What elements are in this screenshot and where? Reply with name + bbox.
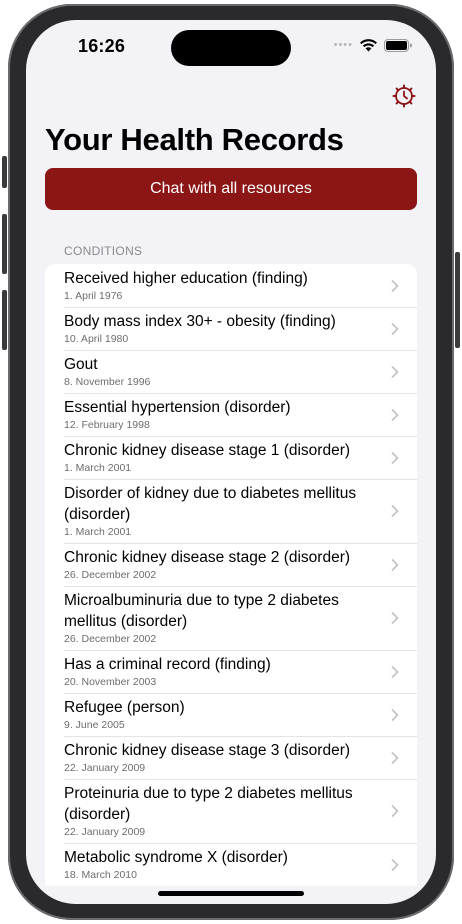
condition-title: Refugee (person)	[64, 699, 185, 716]
settings-icon[interactable]	[392, 84, 416, 108]
condition-date: 20. November 2003	[64, 676, 157, 688]
condition-title: Chronic kidney disease stage 3 (disorder…	[64, 742, 351, 759]
mute-switch	[2, 156, 7, 188]
condition-date: 1. April 1976	[64, 290, 123, 302]
list-item[interactable]: Chronic kidney disease stage 1 (disorder…	[45, 436, 417, 479]
chevron-right-icon	[391, 505, 399, 517]
condition-title: Received higher education (finding)	[64, 270, 308, 287]
home-indicator[interactable]	[158, 891, 304, 896]
list-item[interactable]: Chronic kidney disease stage 3 (disorder…	[45, 736, 417, 779]
condition-title: Proteinuria due to type 2 diabetes melli…	[64, 785, 353, 823]
list-item[interactable]: Body mass index 30+ - obesity (finding) 1…	[45, 307, 417, 350]
wifi-icon	[360, 39, 377, 52]
list-item[interactable]: Gout 8. November 1996	[45, 350, 417, 393]
conditions-list: Received higher education (finding) 1. Ap…	[45, 264, 417, 886]
status-time: 16:26	[78, 36, 126, 56]
status-indicators: ••••	[334, 38, 412, 52]
signal-dots-icon: ••••	[333, 39, 353, 51]
list-item[interactable]: Received higher education (finding) 1. Ap…	[45, 264, 417, 307]
chevron-right-icon	[391, 451, 399, 464]
condition-title: Chronic kidney disease stage 2 (disorder…	[64, 549, 351, 566]
list-item[interactable]: Chronic kidney disease stage 2 (disorder…	[45, 543, 417, 586]
list-item[interactable]: Has a criminal record (finding) 20. Novem…	[45, 650, 417, 693]
condition-date: 12. February 1998	[64, 419, 150, 431]
condition-date: 1. March 2001	[64, 526, 132, 538]
list-item[interactable]: Essential hypertension (disorder) 12. Feb…	[45, 393, 417, 436]
dynamic-island	[171, 30, 291, 66]
power-button	[455, 252, 460, 348]
condition-date: 26. December 2002	[64, 633, 157, 645]
chevron-right-icon	[391, 708, 399, 721]
condition-title: Microalbuminuria due to type 2 diabetes …	[64, 592, 339, 630]
list-item[interactable]: Microalbuminuria due to type 2 diabetes …	[45, 586, 417, 650]
list-item[interactable]: Proteinuria due to type 2 diabetes melli…	[45, 779, 417, 843]
chevron-right-icon	[391, 858, 399, 871]
list-item[interactable]: Refugee (person) 9. June 2005	[45, 693, 417, 736]
chevron-right-icon	[391, 558, 399, 571]
chevron-right-icon	[391, 751, 399, 764]
condition-date: 22. January 2009	[64, 762, 146, 774]
condition-title: Gout	[64, 356, 98, 373]
chevron-right-icon	[391, 322, 399, 335]
battery-icon	[384, 38, 412, 52]
condition-date: 10. April 1980	[64, 333, 129, 345]
chevron-right-icon	[391, 365, 399, 378]
list-item[interactable]: Metabolic syndrome X (disorder) 18. March…	[45, 843, 417, 886]
volume-up-button	[2, 214, 7, 274]
condition-date: 26. December 2002	[64, 569, 157, 581]
condition-date: 22. January 2009	[64, 826, 146, 838]
chevron-right-icon	[391, 805, 399, 817]
chevron-right-icon	[391, 408, 399, 421]
condition-title: Disorder of kidney due to diabetes melli…	[64, 485, 357, 523]
chevron-right-icon	[391, 612, 399, 624]
chevron-right-icon	[391, 665, 399, 678]
page-title: Your Health Records	[45, 122, 344, 157]
condition-title: Body mass index 30+ - obesity (finding)	[64, 313, 336, 330]
condition-title: Essential hypertension (disorder)	[64, 399, 291, 416]
condition-date: 9. June 2005	[64, 719, 125, 731]
app-screen: 16:26 •••• Your Health Records Chat with…	[26, 20, 436, 904]
condition-date: 1. March 2001	[64, 462, 132, 474]
condition-title: Chronic kidney disease stage 1 (disorder…	[64, 442, 351, 459]
volume-down-button	[2, 290, 7, 350]
condition-date: 8. November 1996	[64, 376, 151, 388]
list-item[interactable]: Disorder of kidney due to diabetes melli…	[45, 479, 417, 543]
conditions-section-header: CONDITIONS	[64, 244, 143, 258]
chat-with-all-resources-button[interactable]: Chat with all resources	[45, 168, 417, 210]
chevron-right-icon	[391, 279, 399, 292]
condition-title: Metabolic syndrome X (disorder)	[64, 849, 288, 866]
condition-date: 18. March 2010	[64, 869, 137, 881]
condition-title: Has a criminal record (finding)	[64, 656, 271, 673]
